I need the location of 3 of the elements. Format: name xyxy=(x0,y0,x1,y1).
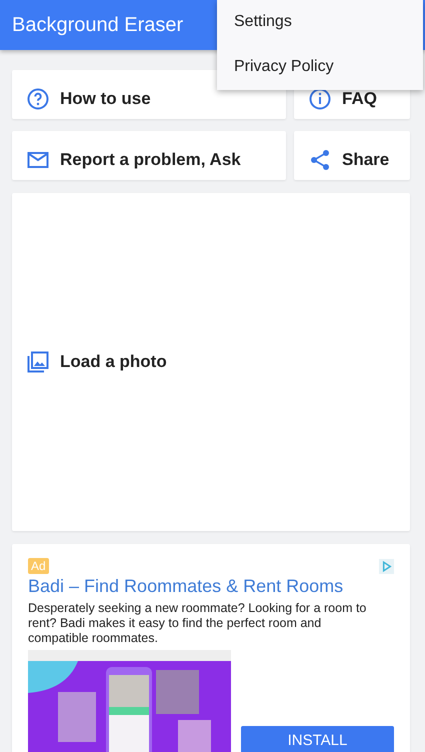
app-title: Background Eraser xyxy=(12,14,184,36)
ad-badge: Ad xyxy=(28,558,49,574)
ad-description: Desperately seeking a new roommate? Looking for a room to rent? Badi makes it easy to find the perfect room and compatible roommates. xyxy=(28,601,368,646)
